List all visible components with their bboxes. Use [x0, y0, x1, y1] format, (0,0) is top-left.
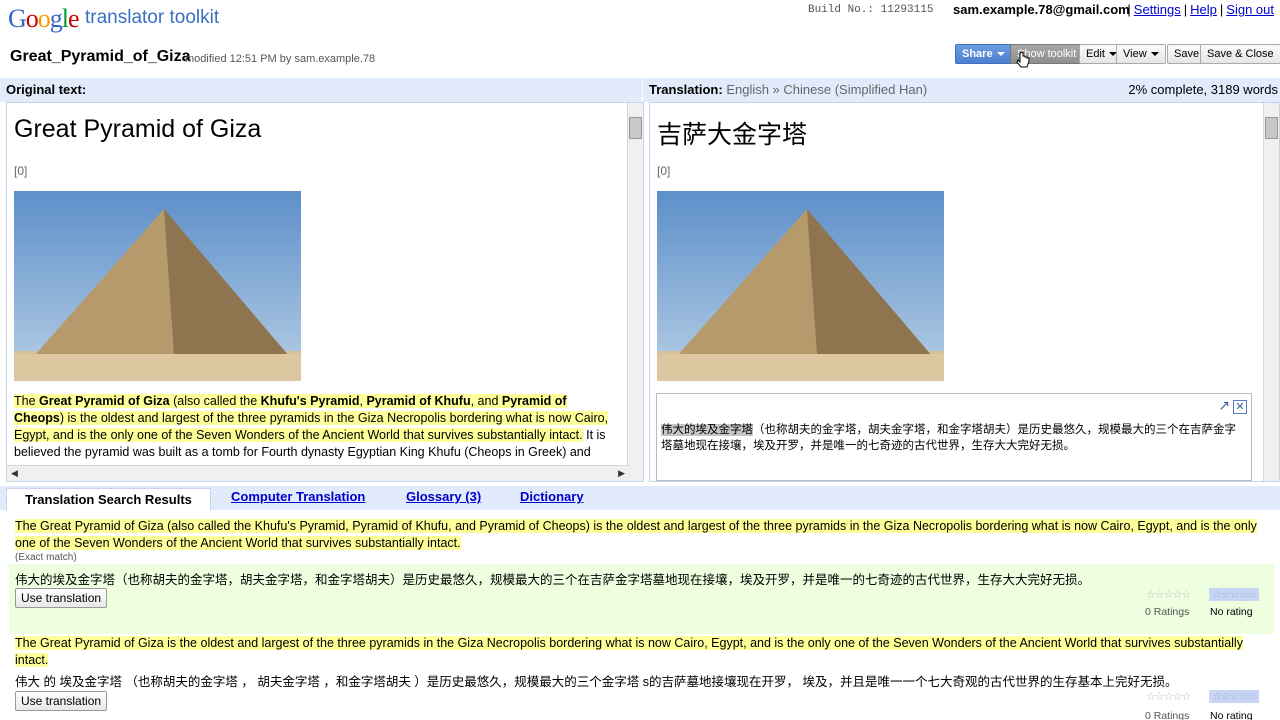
tab-dictionary[interactable]: Dictionary [520, 489, 584, 504]
pyramid-image [657, 191, 944, 381]
rating-status: No rating [1210, 710, 1253, 720]
account-email: sam.example.78@gmail.com [953, 2, 1130, 17]
tab-glossary[interactable]: Glossary (3) [406, 489, 481, 504]
result-target: 伟大的埃及金字塔（也称胡夫的金字塔，胡夫金字塔，和金字塔胡夫）是历史最悠久，规模… [15, 573, 1091, 587]
search-results-list: The Great Pyramid of Giza (also called t… [0, 510, 1280, 720]
share-label: Share [962, 48, 993, 60]
translation-heading: 吉萨大金字塔 [657, 121, 808, 149]
ratings-count: 0 Ratings [1145, 606, 1190, 618]
translation-label-text: Translation: [649, 82, 723, 97]
document-meta: modified 12:51 PM by sam.example.78 [185, 53, 376, 65]
editor-toolbar: ↗ ✕ [1218, 397, 1247, 414]
settings-link[interactable]: Settings [1134, 2, 1181, 17]
edit-label: Edit [1086, 48, 1105, 60]
result-source: The Great Pyramid of Giza (also called t… [15, 519, 1257, 550]
share-button[interactable]: Share [955, 44, 1012, 64]
result-target: 伟大 的 埃及金字塔 （也称胡夫的金字塔 ， 胡夫金字塔 ，和金字塔胡夫 ）是历… [15, 675, 1178, 689]
rating-status: No rating [1210, 606, 1253, 618]
view-menu-button[interactable]: View [1116, 44, 1166, 64]
rating-stars-icon[interactable]: ☆☆☆☆☆ [1146, 588, 1191, 601]
google-logo[interactable]: Google [8, 4, 80, 34]
save-close-button[interactable]: Save & Close [1200, 44, 1280, 64]
progress-status: 2% complete, 3189 words [1128, 82, 1278, 97]
chevron-down-icon [1150, 52, 1159, 57]
scroll-left-icon[interactable]: ◀ [11, 468, 18, 479]
language-pair: English » Chinese (Simplified Han) [726, 82, 928, 97]
rate-stars-icon[interactable]: ☆☆☆☆☆ [1209, 690, 1260, 703]
translation-editor[interactable]: ↗ ✕ 伟大的埃及金字塔（也称胡夫的金字塔，胡夫金字塔，和金字塔胡夫）是历史最悠久… [656, 393, 1252, 481]
reference-marker[interactable]: [0] [14, 164, 27, 178]
hand-cursor-icon [1016, 52, 1030, 68]
view-label: View [1123, 48, 1147, 60]
expand-icon[interactable]: ↗ [1218, 397, 1230, 413]
original-pane-header: Original text: [0, 78, 642, 102]
top-links: | Settings | Help | Sign out [1127, 2, 1274, 17]
original-label: Original text: [6, 82, 87, 97]
close-icon[interactable]: ✕ [1233, 400, 1247, 414]
result-translation-band: 伟大的埃及金字塔（也称胡夫的金字塔，胡夫金字塔，和金字塔胡夫）是历史最悠久，规模… [9, 564, 1274, 634]
help-link[interactable]: Help [1190, 2, 1217, 17]
translation-label: Translation: English » Chinese (Simplifi… [649, 82, 927, 97]
rate-stars-icon[interactable]: ☆☆☆☆☆ [1209, 588, 1260, 601]
original-vertical-scrollbar[interactable] [627, 103, 643, 481]
result-source: The Great Pyramid of Giza is the oldest … [15, 636, 1243, 667]
selected-text: 伟大的埃及金字塔 [661, 424, 753, 436]
pyramid-image [14, 191, 301, 381]
translation-vertical-scrollbar[interactable] [1263, 103, 1279, 481]
original-paragraph[interactable]: The Great Pyramid of Giza (also called t… [14, 393, 610, 461]
sign-out-link[interactable]: Sign out [1226, 2, 1274, 17]
tab-translation-search-results[interactable]: Translation Search Results [6, 488, 211, 511]
original-heading: Great Pyramid of Giza [14, 115, 262, 143]
use-translation-button[interactable]: Use translation [15, 588, 108, 608]
translation-pane[interactable]: 吉萨大金字塔 [0] ↗ ✕ 伟大的埃及金字塔（也称胡夫的金字塔，胡夫金字塔，和金… [649, 102, 1280, 482]
results-tabs: Translation Search Results Computer Tran… [0, 486, 1280, 511]
chevron-down-icon [996, 52, 1005, 57]
editor-text[interactable]: 伟大的埃及金字塔（也称胡夫的金字塔，胡夫金字塔，和金字塔胡夫）是历史最悠久，规模… [661, 422, 1247, 454]
original-text-pane[interactable]: Great Pyramid of Giza [0] The Great Pyra… [6, 102, 644, 482]
document-title: Great_Pyramid_of_Giza [10, 48, 191, 65]
rating-stars-icon[interactable]: ☆☆☆☆☆ [1146, 690, 1191, 703]
match-note: (Exact match) [15, 552, 77, 563]
tab-computer-translation[interactable]: Computer Translation [231, 489, 365, 504]
original-horizontal-scrollbar[interactable]: ◀ ▶ [7, 465, 629, 481]
scroll-thumb[interactable] [1265, 117, 1278, 139]
build-number: Build No.: 11293115 [808, 4, 934, 16]
scroll-thumb[interactable] [629, 117, 642, 139]
translation-reference-marker[interactable]: [0] [657, 164, 670, 178]
use-translation-button[interactable]: Use translation [15, 691, 108, 711]
ratings-count: 0 Ratings [1145, 710, 1190, 720]
translation-pane-header: Translation: English » Chinese (Simplifi… [643, 78, 1280, 102]
product-name: translator toolkit [85, 7, 220, 28]
top-bar: Google translator toolkit Build No.: 112… [0, 0, 1280, 40]
scroll-right-icon[interactable]: ▶ [618, 468, 625, 479]
